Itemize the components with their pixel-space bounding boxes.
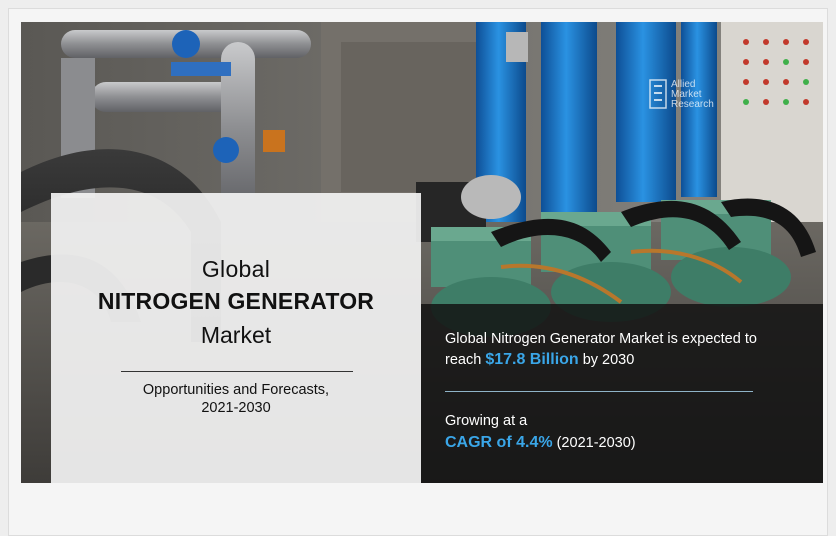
reach-suffix: by 2030 [578,352,635,368]
market-value-line: reach $17.8 Billion by 2030 [445,351,634,369]
market-value-highlight: $17.8 Billion [485,351,579,368]
report-title-card: Global NITROGEN GENERATOR Market Opportu… [51,193,421,483]
market-stats-panel: Global Nitrogen Generator Market is expe… [421,304,823,483]
logo-line-3: Research [671,99,714,110]
cagr-period: (2021-2030) [552,435,636,451]
cagr-highlight: CAGR of 4.4% [445,434,553,451]
subtitle-line-2: 2021-2030 [201,400,271,416]
logo-mark-icon [649,79,667,109]
market-forecast-text: Global Nitrogen Generator Market is expe… [445,331,757,347]
stats-divider [445,391,753,392]
title-line-global: Global [201,256,271,282]
title-divider [121,371,353,372]
cagr-line: CAGR of 4.4% (2021-2030) [445,434,636,452]
logo-text: Allied Market Research [671,80,731,110]
report-banner: Allied Market Research Global NITROGEN G… [21,22,823,483]
brand-logo: Allied Market Research [649,78,729,112]
growing-text: Growing at a [445,413,528,429]
title-line-product: NITROGEN GENERATOR [97,288,375,314]
reach-prefix: reach [445,352,486,368]
subtitle-line-1: Opportunities and Forecasts, [142,382,330,398]
title-line-market: Market [200,322,272,348]
